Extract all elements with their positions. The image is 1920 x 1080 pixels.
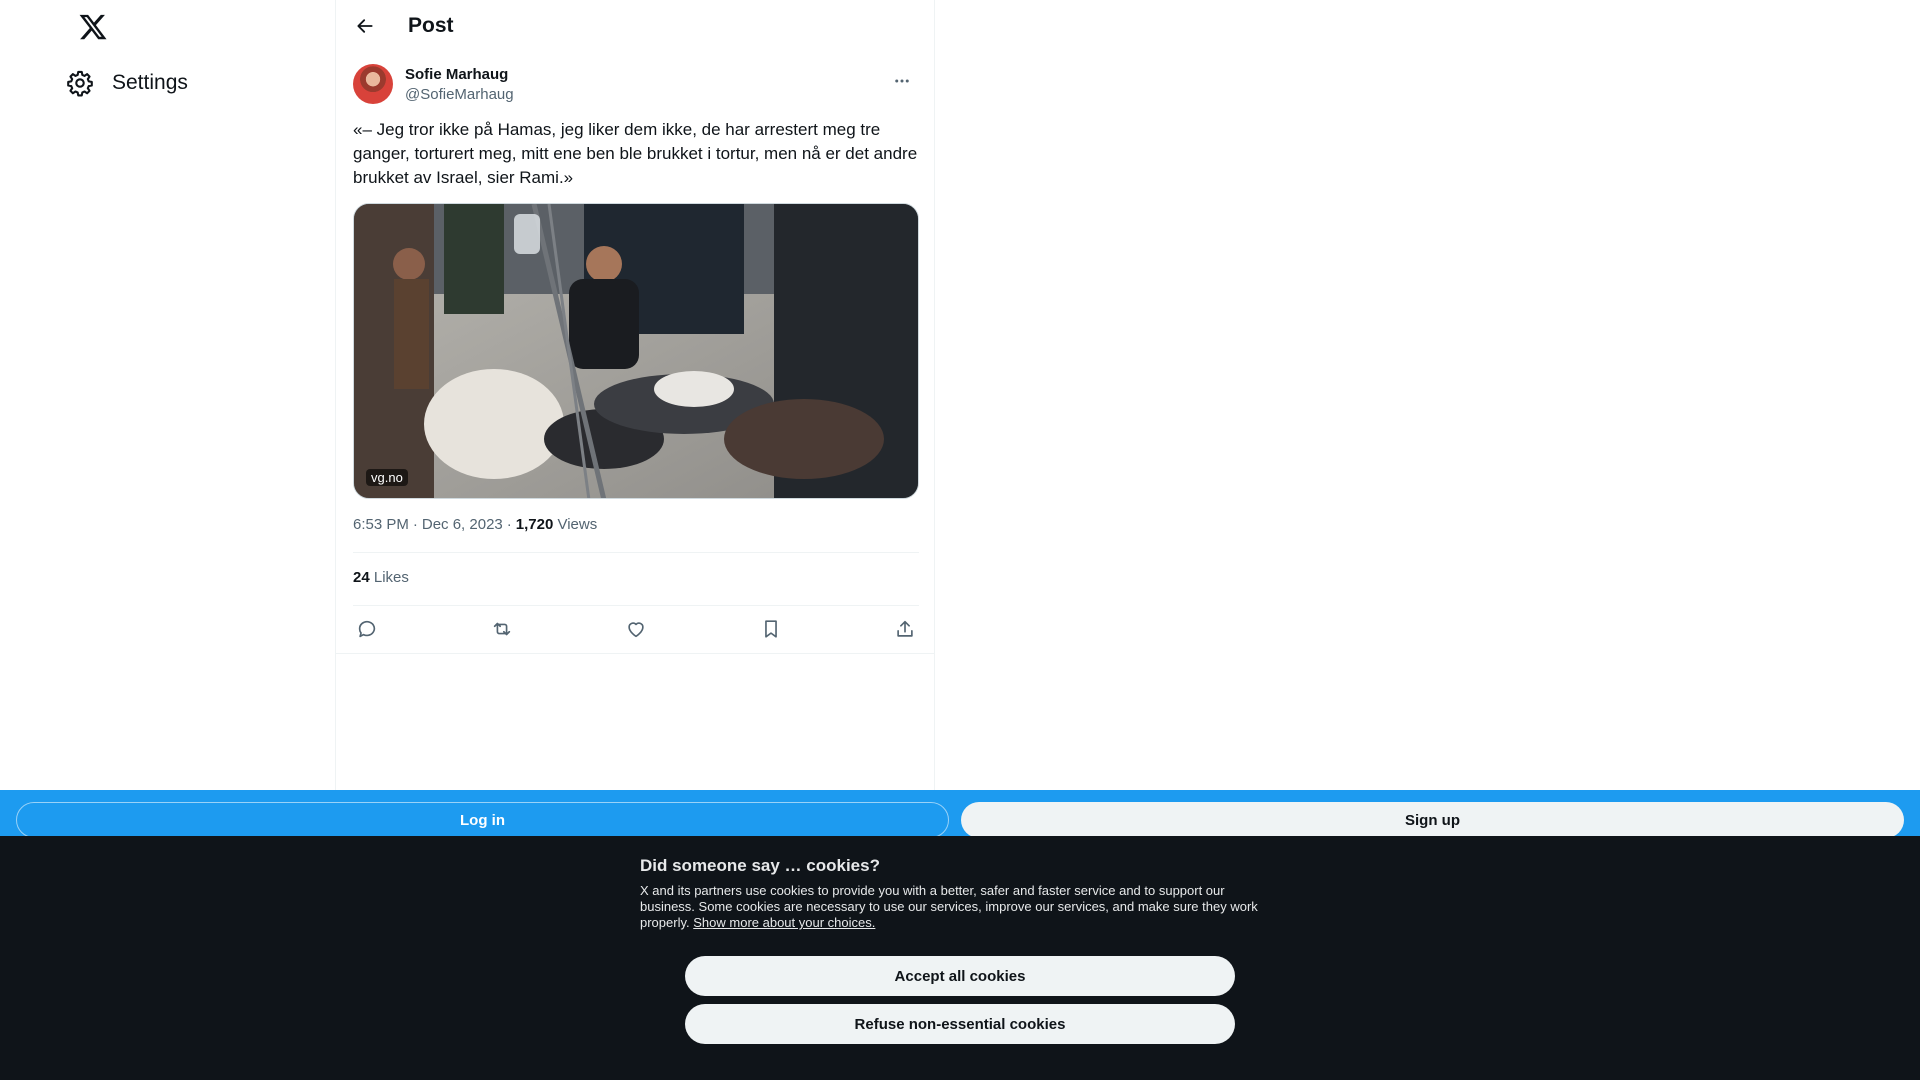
x-logo-icon[interactable] [78,12,110,44]
back-button[interactable] [348,9,382,43]
divider [336,653,934,654]
cookie-choices-link[interactable]: Show more about your choices. [693,915,875,930]
share-button[interactable] [893,617,917,641]
accept-cookies-button[interactable]: Accept all cookies [685,956,1235,996]
likes-label: Likes [373,569,409,586]
nav-item-label: Settings [112,71,188,94]
cookie-banner: Did someone say … cookies? X and its par… [0,836,1920,1080]
post-photo [354,204,918,498]
repost-button[interactable] [490,617,514,641]
left-navigation: Settings [0,0,335,790]
reply-icon [358,620,376,638]
like-button[interactable] [624,617,648,641]
more-button[interactable] [885,64,919,98]
arrow-left-icon [357,19,373,33]
post-text: «– Jeg tror ikke på Hamas, jeg liker dem… [353,120,918,187]
nav-item-settings[interactable]: Settings [66,64,188,102]
login-bar: Log in Sign up [0,790,1920,838]
likes-count: 24 [353,569,370,586]
post-media-card[interactable]: vg.no [353,203,919,499]
views-count: 1,720 [515,516,554,533]
login-button[interactable]: Log in [16,802,949,838]
bookmark-button[interactable] [759,617,783,641]
post-metadata: 6:53 PM · Dec 6, 2023 · 1,720 Views [353,516,598,533]
cookie-title: Did someone say … cookies? [640,856,880,875]
post-author: Sofie Marhaug @SofieMarhaug [353,64,919,106]
page-header: Post [336,0,934,53]
media-domain-label: vg.no [366,469,408,486]
likes-stat[interactable]: 24 Likes [353,569,409,586]
refuse-cookies-button[interactable]: Refuse non-essential cookies [685,1004,1235,1044]
post-date[interactable]: Dec 6, 2023 [422,516,503,533]
author-handle[interactable]: @SofieMarhaug [405,86,514,103]
more-horizontal-icon [895,79,909,83]
post-time[interactable]: 6:53 PM [353,516,409,533]
main-column: Post Sofie Marhaug @SofieMarhaug «– Jeg … [335,0,935,790]
divider [353,605,919,606]
divider [353,552,919,553]
page-title: Post [408,14,454,37]
gear-icon [66,69,94,97]
signup-button[interactable]: Sign up [961,802,1904,838]
post-actions [353,617,919,643]
views-label: Views [557,516,598,533]
cookie-text: X and its partners use cookies to provid… [640,883,1280,931]
share-icon [897,620,913,637]
reply-button[interactable] [355,617,379,641]
author-name[interactable]: Sofie Marhaug [405,66,508,83]
avatar[interactable] [353,64,393,104]
like-icon [628,622,644,638]
repost-icon [493,622,510,636]
bookmark-icon [764,620,777,638]
